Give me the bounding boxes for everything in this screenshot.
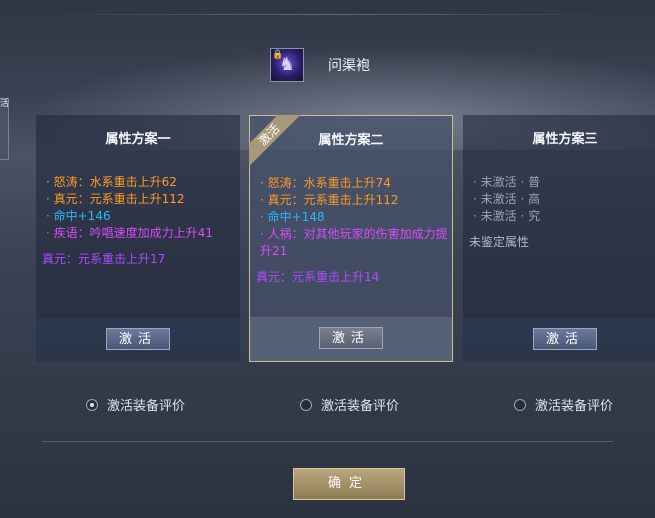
attribute-list: · 怒涛：水系重击上升74 · 真元：元系重击上升112 · 命中+148 · … — [260, 175, 452, 260]
rating-option-2[interactable]: 激活装备评价 — [300, 395, 399, 414]
radio-unchecked-icon[interactable] — [300, 398, 312, 411]
attribute-line: · 命中+148 — [260, 210, 325, 224]
item-header: 🔒 ♞ 问渠袍 — [270, 48, 370, 82]
side-tab[interactable]: 活 — [0, 98, 9, 160]
robe-icon: 🔒 ♞ — [270, 48, 304, 82]
radio-label: 激活装备评价 — [107, 399, 186, 414]
attribute-line: · 疾语：吟唱速度加成力上升41 — [46, 226, 213, 240]
rating-option-3[interactable]: 激活装备评价 — [514, 395, 613, 414]
top-divider — [40, 14, 615, 15]
card-footer: 激活 — [463, 318, 655, 362]
attribute-list: · 怒涛：水系重击上升62 · 真元：元系重击上升112 · 命中+146 · … — [46, 174, 240, 242]
rating-option-1[interactable]: 激活装备评价 — [86, 395, 185, 414]
radio-label: 激活装备评价 — [535, 399, 614, 414]
radio-unchecked-icon[interactable] — [514, 398, 526, 411]
card-footer: 激活 — [250, 317, 452, 361]
scheme-title: 属性方案一 — [105, 132, 171, 147]
attribute-line: · 人祸：对其他玩家的伤害加成力提升21 — [260, 227, 448, 258]
activate-button[interactable]: 激活 — [319, 327, 383, 349]
scheme-card-3[interactable]: 属性方案三 · 未激活 · 普 · 未激活 · 高 · 未激活 · 究 未鉴定属… — [463, 115, 655, 362]
scheme-card-2[interactable]: 激活 属性方案二 · 怒涛：水系重击上升74 · 真元：元系重击上升112 · … — [249, 115, 453, 362]
attribute-list: · 未激活 · 普 · 未激活 · 高 · 未激活 · 究 — [473, 174, 655, 225]
armor-glyph-icon: ♞ — [279, 54, 296, 75]
attribute-line: · 真元：元系重击上升112 — [260, 193, 399, 207]
confirm-button[interactable]: 确定 — [293, 468, 405, 500]
activate-button[interactable]: 激活 — [106, 328, 170, 350]
extra-attribute: 未鉴定属性 — [469, 235, 530, 249]
attribute-line: · 真元：元系重击上升112 — [46, 192, 185, 206]
extra-attribute: 真元：元系重击上升17 — [42, 252, 166, 266]
radio-label: 激活装备评价 — [321, 399, 400, 414]
attribute-line: · 怒涛：水系重击上升62 — [46, 175, 177, 189]
item-name: 问渠袍 — [328, 58, 370, 74]
attribute-line: · 未激活 · 高 — [473, 192, 541, 206]
attribute-line: · 命中+146 — [46, 209, 111, 223]
scheme-title: 属性方案三 — [532, 132, 598, 147]
extra-attribute: 真元：元系重击上升14 — [256, 270, 380, 284]
active-ribbon: 激活 — [249, 115, 305, 171]
activate-button[interactable]: 激活 — [533, 328, 597, 350]
bottom-divider — [42, 441, 613, 442]
attribute-line: · 未激活 · 究 — [473, 209, 541, 223]
scheme-card-1[interactable]: 属性方案一 · 怒涛：水系重击上升62 · 真元：元系重击上升112 · 命中+… — [36, 115, 240, 362]
card-footer: 激活 — [36, 318, 240, 362]
radio-checked-icon[interactable] — [86, 398, 98, 411]
attribute-line: · 怒涛：水系重击上升74 — [260, 176, 391, 190]
attribute-line: · 未激活 · 普 — [473, 175, 541, 189]
